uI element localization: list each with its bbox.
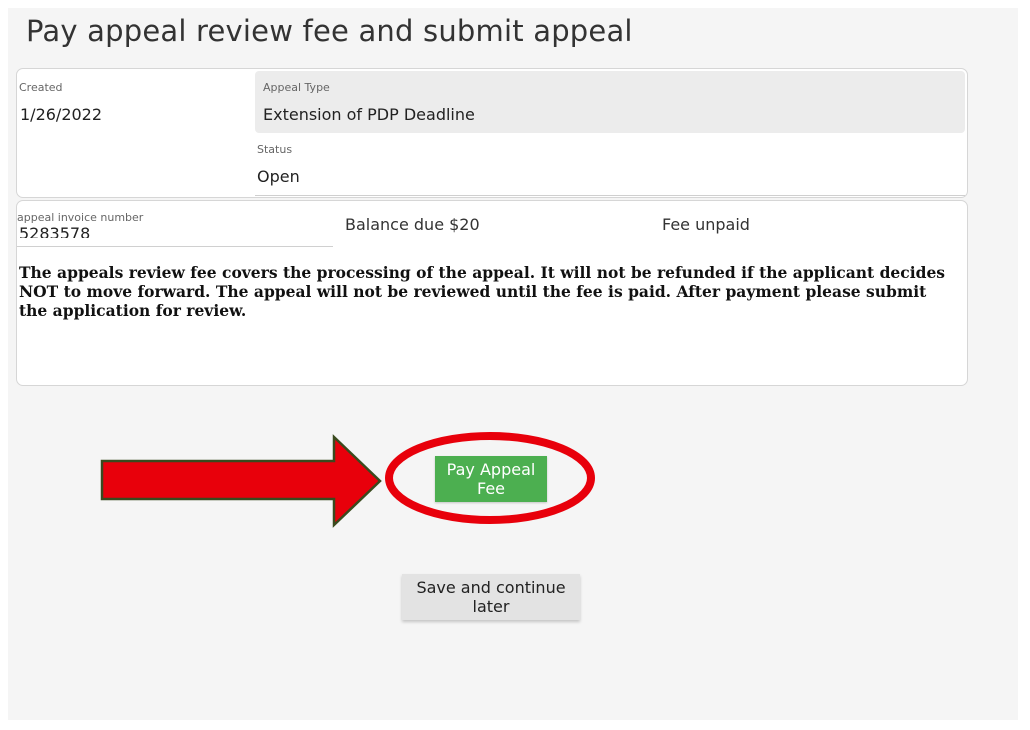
fee-notice: The appeals review fee covers the proces…: [19, 263, 946, 320]
invoice-number-label: appeal invoice number: [17, 211, 144, 224]
appeal-type-label: Appeal Type: [263, 81, 330, 94]
invoice-number-value: 5283578: [19, 224, 91, 238]
appeal-details-card: Created 1/26/2022 Appeal Type Extension …: [16, 68, 968, 198]
page-title: Pay appeal review fee and submit appeal: [26, 14, 633, 48]
pay-appeal-fee-button[interactable]: Pay Appeal Fee: [435, 456, 547, 502]
appeal-type-value: Extension of PDP Deadline: [263, 105, 475, 124]
status-underline: [255, 195, 965, 196]
status-label: Status: [257, 143, 293, 156]
created-label: Created: [19, 81, 63, 94]
fee-status: Fee unpaid: [662, 215, 750, 234]
invoice-card: appeal invoice number 5283578 Balance du…: [16, 200, 968, 386]
invoice-number-underline: [17, 246, 333, 247]
appeal-type-field: Appeal Type Extension of PDP Deadline: [255, 71, 965, 133]
status-value: Open: [257, 167, 300, 186]
save-continue-later-button[interactable]: Save and continue later: [402, 574, 580, 620]
created-value: 1/26/2022: [20, 105, 103, 124]
balance-due: Balance due $20: [345, 215, 480, 234]
